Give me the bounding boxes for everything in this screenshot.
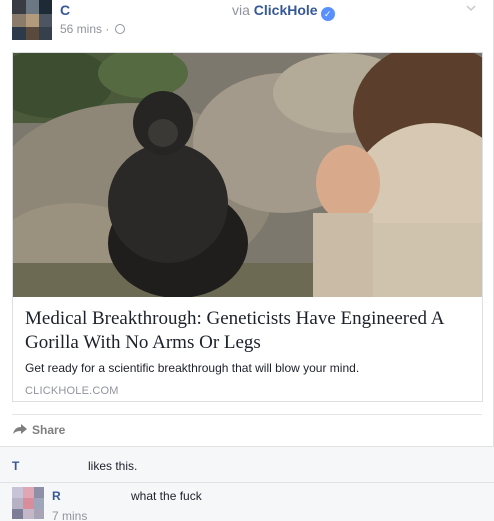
likes-text: likes this. — [88, 459, 138, 473]
gorilla-photo — [13, 53, 482, 297]
post-timestamp[interactable]: 56 mins — [60, 22, 102, 36]
link-description: Get ready for a scientific breakthrough … — [25, 361, 360, 375]
link-text-block[interactable]: Medical Breakthrough: Geneticists Have E… — [13, 297, 482, 401]
chevron-down-icon[interactable] — [465, 2, 477, 14]
via-page-link[interactable]: ClickHole — [254, 2, 318, 18]
post-actions: Share — [12, 414, 482, 446]
share-arrow-icon — [13, 424, 27, 434]
commenter-avatar[interactable] — [12, 487, 44, 519]
via-prefix: via — [232, 2, 250, 18]
via-attribution: via ClickHole ✓ — [232, 2, 335, 21]
verified-badge-icon: ✓ — [320, 7, 335, 21]
liker-name[interactable]: T — [12, 459, 19, 473]
comments-section: T likes this. R what the fuck 7 mins — [0, 446, 494, 521]
link-preview[interactable]: Medical Breakthrough: Geneticists Have E… — [12, 52, 483, 402]
commenter-name[interactable]: R — [52, 489, 61, 503]
post-meta: 56 mins · — [60, 22, 125, 36]
likes-summary: T likes this. — [0, 447, 494, 483]
link-title[interactable]: Medical Breakthrough: Geneticists Have E… — [25, 307, 470, 355]
share-label: Share — [32, 423, 66, 437]
author-avatar[interactable] — [12, 0, 52, 40]
comment-timestamp[interactable]: 7 mins — [52, 509, 87, 521]
share-button[interactable]: Share — [12, 423, 65, 437]
link-preview-image[interactable] — [13, 53, 482, 297]
author-name[interactable]: C — [60, 2, 70, 18]
meta-separator: · — [105, 22, 110, 36]
link-domain: CLICKHOLE.COM — [25, 385, 119, 397]
post-card: C via ClickHole ✓ 56 mins · Medical Brea… — [0, 0, 494, 521]
globe-icon[interactable] — [114, 24, 125, 34]
comment-text: what the fuck — [131, 489, 202, 503]
